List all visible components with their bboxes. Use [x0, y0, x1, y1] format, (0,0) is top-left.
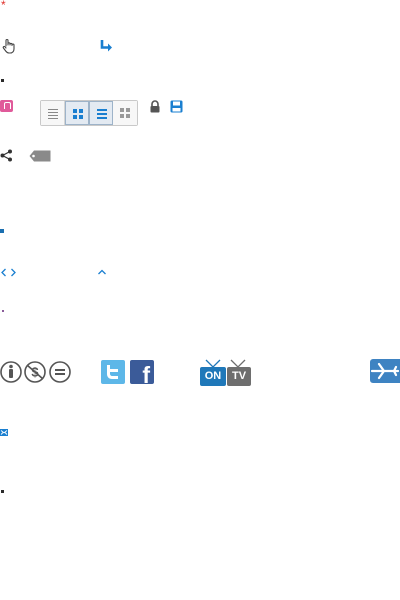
cc-by-icon	[0, 361, 22, 383]
required-asterisk: *	[1, 0, 6, 12]
pink-badge-icon[interactable]	[0, 100, 13, 112]
cc-license-icons: $	[0, 361, 71, 383]
detail-view-button[interactable]	[89, 101, 113, 125]
facebook-button[interactable]: f	[130, 360, 154, 388]
detail-view-icon	[97, 109, 107, 119]
tile-view-icon	[120, 108, 130, 118]
list-view-icon	[48, 109, 58, 119]
grid-view-icon	[73, 109, 83, 119]
turn-arrow-icon[interactable]	[98, 38, 114, 54]
bullet-dot	[1, 79, 4, 82]
plane-icon	[370, 362, 400, 380]
grid-view-button[interactable]	[65, 101, 89, 125]
twitter-button[interactable]	[101, 360, 125, 384]
view-mode-toggle	[40, 100, 138, 126]
bullet-dot-blue	[0, 229, 4, 233]
cc-nc-icon: $	[24, 361, 46, 383]
tag-icon[interactable]	[29, 150, 51, 162]
save-icon[interactable]	[170, 100, 183, 113]
hand-pointer-icon[interactable]	[1, 38, 17, 54]
email-icon[interactable]	[0, 429, 8, 436]
chevron-left-icon[interactable]	[0, 268, 8, 277]
share-icon[interactable]	[0, 149, 13, 162]
on-tv-icon[interactable]: ON	[200, 367, 226, 386]
lock-icon[interactable]	[149, 100, 161, 113]
tile-view-button[interactable]	[113, 101, 137, 125]
list-view-button[interactable]	[41, 101, 65, 125]
chevron-right-icon[interactable]	[9, 268, 17, 277]
cc-nd-icon	[49, 361, 71, 383]
chevron-up-icon[interactable]	[97, 268, 107, 276]
tv-icon[interactable]: TV	[227, 367, 251, 386]
facebook-icon: f	[142, 362, 150, 388]
twitter-icon	[107, 365, 118, 379]
plane-button[interactable]	[370, 359, 400, 383]
bullet-dot-small	[2, 310, 4, 312]
bullet-dot-bottom	[1, 490, 4, 493]
